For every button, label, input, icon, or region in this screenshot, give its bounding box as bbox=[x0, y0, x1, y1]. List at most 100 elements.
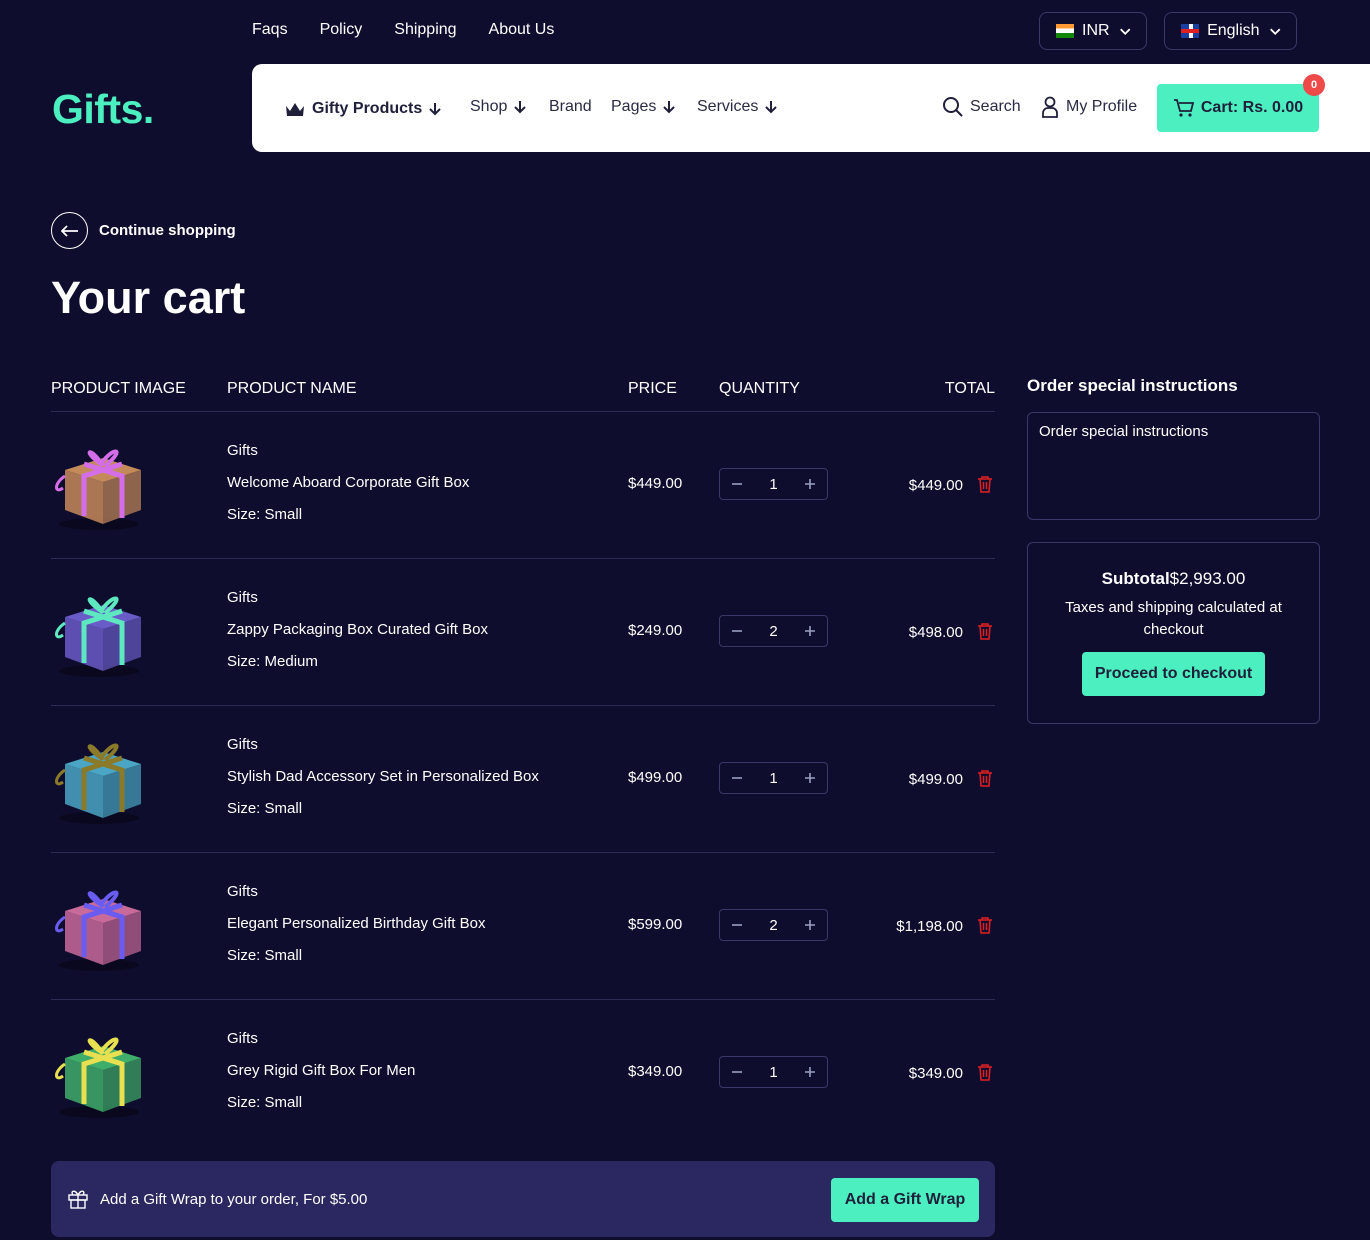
product-name[interactable]: Zappy Packaging Box Curated Gift Box bbox=[227, 621, 488, 639]
decrease-quantity-button[interactable] bbox=[728, 475, 746, 493]
gift-icon bbox=[68, 1190, 88, 1209]
nav-brand[interactable]: Brand bbox=[549, 98, 592, 116]
product-image[interactable] bbox=[51, 730, 147, 826]
main-nav: Gifty Products Shop Brand Pages Services… bbox=[252, 64, 1370, 152]
product-size-value: Small bbox=[264, 947, 303, 964]
product-size: Size: Small bbox=[227, 947, 485, 965]
policy-link[interactable]: Policy bbox=[320, 21, 363, 39]
increase-quantity-button[interactable] bbox=[801, 622, 819, 640]
trash-icon[interactable] bbox=[977, 916, 993, 934]
flag-india-icon bbox=[1056, 24, 1075, 38]
continue-shopping-label: Continue shopping bbox=[99, 222, 236, 239]
col-quantity: QUANTITY bbox=[719, 380, 800, 397]
increase-quantity-button[interactable] bbox=[801, 1063, 819, 1081]
product-info: Gifts Stylish Dad Accessory Set in Perso… bbox=[227, 736, 539, 832]
arrow-down-icon bbox=[514, 101, 527, 114]
quantity-value[interactable]: 1 bbox=[769, 476, 777, 493]
product-image[interactable] bbox=[51, 1024, 147, 1120]
cart-row: Gifts Elegant Personalized Birthday Gift… bbox=[51, 853, 995, 1000]
subtotal-value: $2,993.00 bbox=[1169, 569, 1246, 588]
site-logo[interactable]: Gifts. bbox=[52, 86, 154, 133]
product-size-label: Size: bbox=[227, 1094, 261, 1111]
product-vendor: Gifts bbox=[227, 442, 258, 459]
product-price: $499.00 bbox=[628, 769, 683, 786]
increase-quantity-button[interactable] bbox=[801, 475, 819, 493]
minus-icon bbox=[732, 777, 742, 779]
nav-pages-label: Pages bbox=[611, 98, 657, 115]
arrow-down-icon bbox=[663, 101, 676, 114]
product-info: Gifts Elegant Personalized Birthday Gift… bbox=[227, 883, 485, 979]
arrow-left-icon bbox=[51, 212, 88, 249]
trash-icon[interactable] bbox=[977, 622, 993, 640]
currency-label: INR bbox=[1082, 22, 1110, 39]
plus-icon bbox=[805, 479, 815, 489]
nav-shop[interactable]: Shop bbox=[470, 98, 527, 116]
quantity-value[interactable]: 1 bbox=[769, 1064, 777, 1081]
plus-icon bbox=[805, 920, 815, 930]
chevron-down-icon bbox=[1269, 28, 1280, 35]
subtotal-line: Subtotal$2,993.00 bbox=[1028, 569, 1319, 589]
quantity-value[interactable]: 2 bbox=[769, 623, 777, 640]
decrease-quantity-button[interactable] bbox=[728, 916, 746, 934]
quantity-value[interactable]: 1 bbox=[769, 770, 777, 787]
faqs-link[interactable]: Faqs bbox=[252, 21, 288, 39]
product-image[interactable] bbox=[51, 436, 147, 532]
line-total: $498.00 bbox=[908, 624, 963, 641]
product-name[interactable]: Welcome Aboard Corporate Gift Box bbox=[227, 474, 469, 492]
cart-label: Cart: Rs. 0.00 bbox=[1200, 99, 1304, 116]
increase-quantity-button[interactable] bbox=[801, 769, 819, 787]
decrease-quantity-button[interactable] bbox=[728, 1063, 746, 1081]
continue-shopping-link[interactable]: Continue shopping bbox=[51, 212, 236, 249]
product-name[interactable]: Stylish Dad Accessory Set in Personalize… bbox=[227, 768, 539, 786]
add-gift-wrap-button[interactable]: Add a Gift Wrap bbox=[831, 1178, 979, 1222]
about-us-link[interactable]: About Us bbox=[489, 21, 555, 39]
my-profile-button[interactable]: My Profile bbox=[1040, 96, 1137, 118]
product-size-label: Size: bbox=[227, 506, 261, 523]
minus-icon bbox=[732, 483, 742, 485]
line-total: $499.00 bbox=[908, 771, 963, 788]
trash-icon[interactable] bbox=[977, 769, 993, 787]
currency-selector[interactable]: INR bbox=[1039, 12, 1147, 50]
product-size: Size: Small bbox=[227, 506, 469, 524]
gift-wrap-text: Add a Gift Wrap to your order, For $5.00 bbox=[100, 1191, 368, 1208]
nav-pages[interactable]: Pages bbox=[611, 98, 676, 116]
product-vendor: Gifts bbox=[227, 883, 258, 900]
gift-wrap-bar: Add a Gift Wrap to your order, For $5.00… bbox=[51, 1161, 995, 1237]
flag-uk-icon bbox=[1181, 24, 1200, 38]
nav-gifty-products[interactable]: Gifty Products bbox=[284, 98, 442, 120]
instructions-textarea[interactable] bbox=[1027, 412, 1320, 520]
shipping-link[interactable]: Shipping bbox=[394, 21, 456, 39]
product-name[interactable]: Grey Rigid Gift Box For Men bbox=[227, 1062, 415, 1080]
product-image[interactable] bbox=[51, 583, 147, 679]
increase-quantity-button[interactable] bbox=[801, 916, 819, 934]
nav-services[interactable]: Services bbox=[697, 98, 778, 116]
quantity-stepper: 2 bbox=[719, 615, 828, 647]
search-button[interactable]: Search bbox=[942, 96, 1021, 118]
line-total: $1,198.00 bbox=[896, 918, 963, 935]
quantity-value[interactable]: 2 bbox=[769, 917, 777, 934]
tax-note: Taxes and shipping calculated at checkou… bbox=[1065, 599, 1282, 638]
product-size: Size: Small bbox=[227, 1094, 415, 1112]
quantity-stepper: 1 bbox=[719, 468, 828, 500]
top-bar: Faqs Policy Shipping About Us INR Englis… bbox=[0, 0, 1370, 62]
language-selector[interactable]: English bbox=[1164, 12, 1297, 50]
product-name[interactable]: Elegant Personalized Birthday Gift Box bbox=[227, 915, 485, 933]
product-image[interactable] bbox=[51, 877, 147, 973]
col-product-name: PRODUCT NAME bbox=[227, 380, 357, 397]
search-icon bbox=[943, 97, 963, 117]
decrease-quantity-button[interactable] bbox=[728, 769, 746, 787]
nav-brand-label: Brand bbox=[549, 98, 592, 115]
minus-icon bbox=[732, 924, 742, 926]
decrease-quantity-button[interactable] bbox=[728, 622, 746, 640]
trash-icon[interactable] bbox=[977, 475, 993, 493]
product-info: Gifts Zappy Packaging Box Curated Gift B… bbox=[227, 589, 488, 685]
cart-table-header: PRODUCT IMAGE PRODUCT NAME PRICE QUANTIT… bbox=[51, 378, 995, 412]
cart-row: Gifts Zappy Packaging Box Curated Gift B… bbox=[51, 559, 995, 706]
checkout-button[interactable]: Proceed to checkout bbox=[1082, 652, 1265, 696]
quantity-stepper: 1 bbox=[719, 1056, 828, 1088]
product-size-value: Medium bbox=[264, 653, 318, 670]
cart-row: Gifts Grey Rigid Gift Box For Men Size: … bbox=[51, 1000, 995, 1147]
cart-button[interactable]: Cart: Rs. 0.00 0 bbox=[1157, 74, 1325, 132]
trash-icon[interactable] bbox=[977, 1063, 993, 1081]
product-vendor: Gifts bbox=[227, 589, 258, 606]
